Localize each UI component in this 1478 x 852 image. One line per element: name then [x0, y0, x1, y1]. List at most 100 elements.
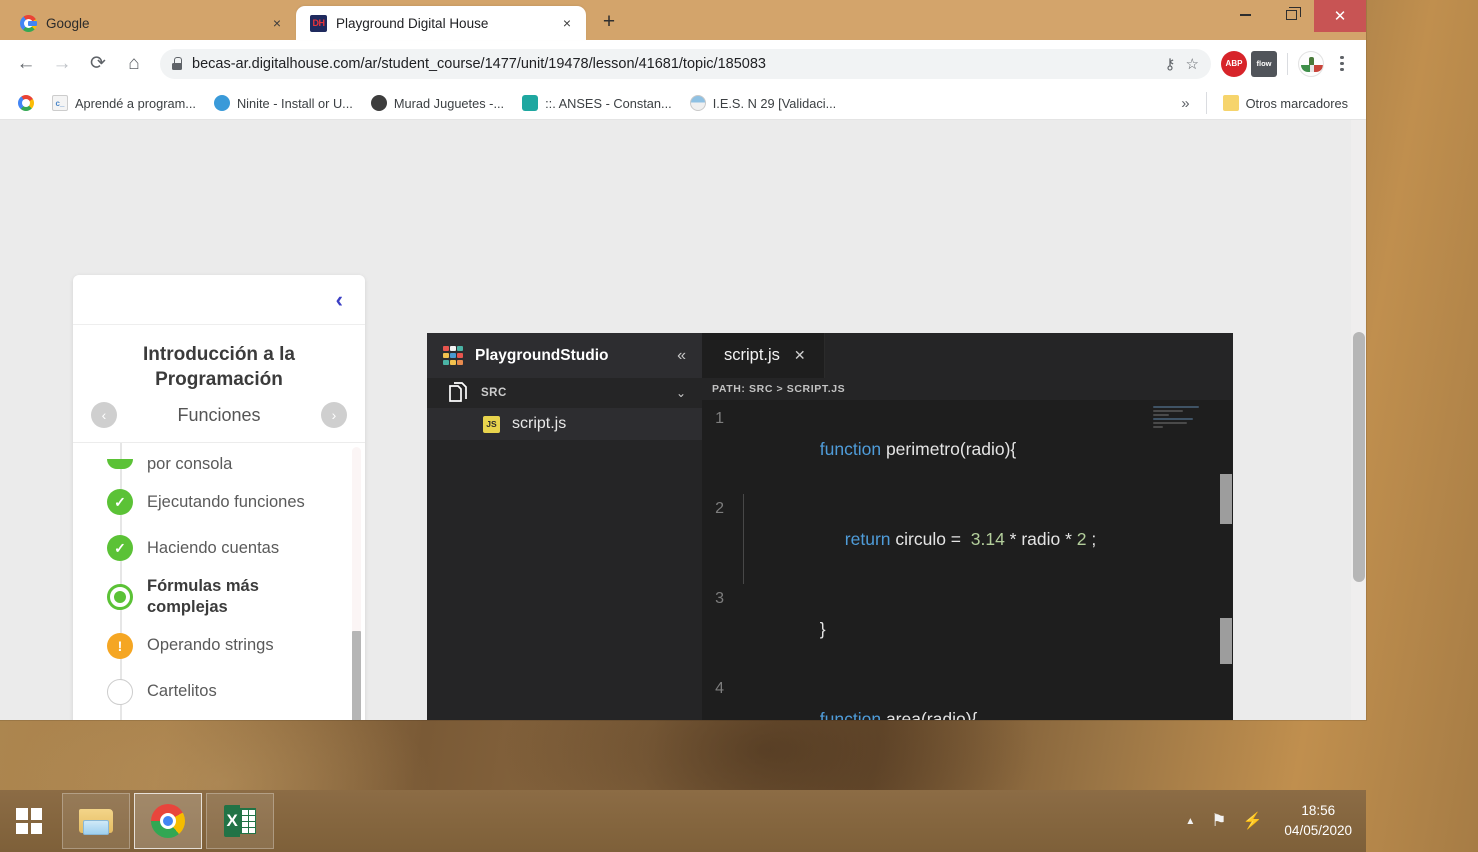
- windows-logo-icon: [16, 808, 42, 834]
- key-icon[interactable]: ⚷: [1165, 55, 1176, 73]
- playground-brand: PlaygroundStudio «: [427, 333, 702, 378]
- close-tab-icon[interactable]: ×: [268, 14, 286, 32]
- lesson-item-cartelitos[interactable]: Cartelitos: [73, 669, 365, 715]
- flow-extension-icon[interactable]: flow: [1251, 50, 1277, 77]
- digital-house-favicon: DH: [310, 14, 327, 32]
- src-folder-label: SRC: [481, 387, 507, 399]
- code-token: circulo =: [895, 529, 971, 549]
- collapse-panel-icon[interactable]: «: [677, 347, 686, 365]
- code-token: perimetro(radio){: [885, 439, 1017, 459]
- bookmarks-divider: [1205, 92, 1207, 114]
- window-controls: ✕: [1222, 0, 1366, 40]
- lesson-item-ejecutando-funciones[interactable]: ✓ Ejecutando funciones: [73, 479, 365, 525]
- action-center-icon[interactable]: ⚑: [1211, 811, 1226, 831]
- forward-icon[interactable]: →: [46, 48, 78, 80]
- excel-icon: X: [224, 805, 256, 837]
- other-bookmarks-label: Otros marcadores: [1245, 95, 1348, 111]
- file-item-script-js[interactable]: JS script.js: [427, 408, 702, 440]
- unit-navigator: ‹ Funciones ›: [73, 398, 365, 442]
- taskbar-google-chrome[interactable]: [134, 793, 202, 849]
- code-token: area(radio){: [885, 709, 978, 720]
- sidebar-scrollbar-thumb[interactable]: [352, 631, 361, 720]
- bookmark-murad-juguetes[interactable]: Murad Juguetes -...: [363, 91, 512, 115]
- back-icon[interactable]: ←: [10, 48, 42, 80]
- home-icon[interactable]: ⌂: [118, 48, 150, 80]
- lesson-label: Fórmulas más complejas: [147, 577, 259, 616]
- bookmark-google[interactable]: [10, 91, 42, 115]
- editor-scrollbar-thumb[interactable]: [1220, 618, 1232, 664]
- playground-body: SRC ⌄ JS script.js PATH: SRC > SCRIPT.JS: [427, 378, 1233, 720]
- code-token: 2: [1076, 529, 1087, 549]
- line-content: }: [742, 584, 1233, 674]
- page-scrollbar-thumb[interactable]: [1353, 332, 1365, 582]
- collapse-sidebar-icon[interactable]: ‹: [336, 287, 343, 313]
- code-token: ;: [1086, 529, 1097, 549]
- profile-avatar[interactable]: [1298, 50, 1324, 77]
- maximize-button[interactable]: [1268, 0, 1314, 30]
- unit-name: Funciones: [177, 404, 261, 425]
- other-bookmarks-folder[interactable]: Otros marcadores: [1215, 91, 1356, 115]
- close-editor-tab-icon[interactable]: ✕: [794, 347, 806, 364]
- taskbar-clock[interactable]: 18:56 04/05/2020: [1278, 801, 1352, 840]
- lesson-label: Cartelitos: [147, 682, 217, 701]
- lesson-item-operando-strings[interactable]: ! Operando strings: [73, 623, 365, 669]
- current-dot-icon: [107, 584, 133, 610]
- editor-tab-script-js[interactable]: script.js ✕: [702, 333, 825, 378]
- clock-time: 18:56: [1301, 803, 1336, 819]
- lesson-item-por-consola[interactable]: por consola: [73, 453, 365, 479]
- code-token: function: [819, 439, 886, 459]
- playground-brand-name: PlaygroundStudio: [475, 346, 609, 364]
- google-favicon: [20, 14, 37, 32]
- chevron-down-icon[interactable]: ⌄: [676, 386, 702, 400]
- file-explorer-panel: SRC ⌄ JS script.js: [427, 378, 702, 720]
- editor-minimap[interactable]: [1153, 406, 1205, 436]
- explorer-header[interactable]: SRC ⌄: [427, 378, 702, 408]
- lesson-item-formulas-mas-complejas[interactable]: Fórmulas más complejas: [73, 571, 365, 622]
- bookmark-label: Murad Juguetes -...: [393, 95, 505, 111]
- chrome-menu-icon[interactable]: [1328, 50, 1356, 78]
- bookmark-star-icon[interactable]: ☆: [1186, 55, 1199, 73]
- editor-tab-bar: script.js ✕: [702, 333, 1233, 378]
- editor-scrollbar[interactable]: [1219, 400, 1233, 720]
- reload-icon[interactable]: ⟳: [82, 48, 114, 80]
- taskbar-file-explorer[interactable]: [62, 793, 130, 849]
- browser-tab-google[interactable]: Google ×: [6, 6, 296, 40]
- c-icon: c_: [52, 95, 68, 111]
- bookmark-ies-29[interactable]: I.E.S. N 29 [Validaci...: [682, 91, 845, 115]
- file-explorer-icon: [79, 807, 113, 835]
- code-editor[interactable]: PATH: SRC > SCRIPT.JS 1 function perimet…: [702, 378, 1233, 720]
- start-button[interactable]: [0, 790, 58, 852]
- tray-overflow-icon[interactable]: ▲: [1185, 816, 1195, 827]
- code-line: 3 }: [702, 584, 1233, 674]
- address-bar[interactable]: becas-ar.digitalhouse.com/ar/student_cou…: [160, 48, 1211, 79]
- google-icon: [18, 95, 34, 111]
- editor-scrollbar-thumb[interactable]: [1220, 474, 1232, 524]
- bookmark-aprende-programar[interactable]: c_ Aprendé a program...: [44, 91, 204, 115]
- lesson-item-haciendo-cuentas[interactable]: ✓ Haciendo cuentas: [73, 525, 365, 571]
- check-icon: ✓: [107, 535, 133, 562]
- lesson-list: por consola ✓ Ejecutando funciones ✓ Hac…: [73, 443, 365, 720]
- adblock-plus-icon[interactable]: ABP: [1221, 50, 1247, 77]
- bookmarks-overflow-icon[interactable]: »: [1173, 95, 1197, 112]
- page-scrollbar-track[interactable]: [1351, 120, 1366, 720]
- battery-icon[interactable]: ⚡: [1243, 811, 1263, 831]
- next-unit-icon[interactable]: ›: [321, 402, 347, 429]
- new-tab-button[interactable]: +: [594, 7, 624, 37]
- previous-unit-icon[interactable]: ‹: [91, 402, 117, 429]
- bookmark-anses[interactable]: ::. ANSES - Constan...: [514, 91, 680, 115]
- code-token: * radio *: [1004, 529, 1077, 549]
- taskbar-microsoft-excel[interactable]: X: [206, 793, 274, 849]
- chrome-browser-window: Google × DH Playground Digital House × +…: [0, 0, 1366, 720]
- bookmark-label: Aprendé a program...: [75, 95, 196, 111]
- ies-icon: [689, 95, 706, 111]
- code-line: 4 function area(radio){: [702, 674, 1233, 720]
- minimize-button[interactable]: [1222, 0, 1268, 30]
- browser-tab-playground[interactable]: DH Playground Digital House ×: [296, 6, 586, 40]
- exclamation-icon: !: [107, 632, 133, 659]
- close-window-button[interactable]: ✕: [1314, 0, 1366, 32]
- close-tab-icon[interactable]: ×: [558, 14, 576, 32]
- windows-taskbar: X ▲ ⚑ ⚡ 18:56 04/05/2020: [0, 790, 1366, 852]
- bookmark-ninite[interactable]: Ninite - Install or U...: [206, 91, 361, 115]
- code-area[interactable]: 1 function perimetro(radio){ 2 return ci…: [702, 400, 1233, 720]
- tab-strip: Google × DH Playground Digital House × +…: [0, 0, 1366, 40]
